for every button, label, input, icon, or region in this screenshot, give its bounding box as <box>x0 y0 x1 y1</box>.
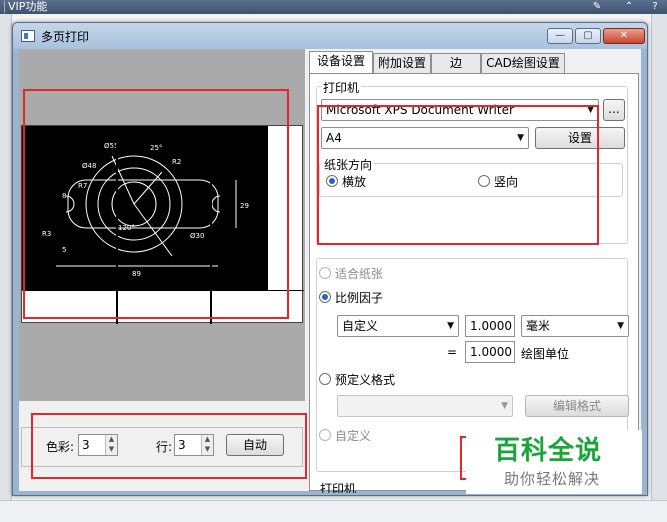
printer-highlight-box <box>317 105 599 245</box>
tab-margins[interactable]: 边 <box>431 53 481 73</box>
predefined-format-radio[interactable] <box>319 373 331 385</box>
background-bottom-bar <box>0 500 667 522</box>
dialog-titlebar[interactable]: 多页打印 — ▢ ✕ <box>13 23 647 49</box>
minimize-button[interactable]: — <box>547 28 573 44</box>
pen-icon[interactable]: ✎ <box>590 0 604 14</box>
printer-group-title: 打印机 <box>321 79 362 96</box>
dialog-title: 多页打印 <box>41 30 90 44</box>
chevron-down-icon: ▼ <box>501 401 508 411</box>
printer-section-label-truncated: 打印机 <box>320 482 357 496</box>
chevron-down-icon: ▼ <box>447 321 454 331</box>
scale-value2-input[interactable]: 1.0000 <box>465 341 515 363</box>
fit-paper-radio[interactable] <box>319 267 331 279</box>
browse-printer-button[interactable]: ... <box>603 99 625 121</box>
chevron-up-icon[interactable]: ⌃ <box>622 0 636 14</box>
scale-factor-radio[interactable] <box>319 291 331 303</box>
tab-device-settings[interactable]: 设备设置 <box>309 51 373 73</box>
close-button[interactable]: ✕ <box>603 28 645 44</box>
preview-highlight-box <box>23 89 289 319</box>
watermark-title: 百科全说 <box>494 436 603 466</box>
topbar-separator <box>4 1 5 13</box>
edit-format-button[interactable]: 编辑格式 <box>525 395 629 417</box>
drawing-units-label: 绘图单位 <box>521 347 570 361</box>
unit-value: 毫米 <box>526 319 551 333</box>
background-app-topbar: VIP功能 ✎ ⌃ ? <box>0 0 667 14</box>
help-icon[interactable]: ? <box>648 0 662 14</box>
background-right-panel <box>651 14 667 522</box>
custom-label: 自定义 <box>335 429 372 443</box>
watermark: 百科全说 助你轻松解决 <box>466 430 642 494</box>
window-icon <box>21 30 35 42</box>
maximize-button[interactable]: ▢ <box>575 28 601 44</box>
scale-mode-value: 自定义 <box>342 319 379 333</box>
watermark-subtitle: 助你轻松解决 <box>504 470 601 488</box>
tab-cad-drawing-settings[interactable]: CAD绘图设置 <box>481 53 565 73</box>
scale-value1-input[interactable]: 1.0000 <box>465 315 515 337</box>
background-left-panel <box>0 14 12 522</box>
controls-highlight-box <box>31 413 307 479</box>
predefined-format-select[interactable]: ▼ <box>337 395 513 417</box>
print-preview-area: 25° R2 Ø55 Ø48 R7 8 29 R3 120° Ø30 5 89 <box>19 49 305 401</box>
multi-page-print-dialog: 多页打印 — ▢ ✕ 25° R2 Ø55 Ø48 R7 8 29 R3 120… <box>12 22 648 496</box>
tab-additional-settings[interactable]: 附加设置 <box>373 53 431 73</box>
vip-features-tab[interactable]: VIP功能 <box>8 0 47 14</box>
chevron-down-icon: ▼ <box>617 321 624 331</box>
fit-paper-label: 适合纸张 <box>335 267 384 281</box>
equals-sign: = <box>447 345 458 359</box>
dialog-client-area: 25° R2 Ø55 Ø48 R7 8 29 R3 120° Ø30 5 89 <box>19 49 641 493</box>
preview-controls: 色彩: 3 ▲ ▼ 行: 3 ▲ ▼ 自动 <box>19 405 307 491</box>
custom-radio[interactable] <box>319 429 331 441</box>
scale-mode-select[interactable]: 自定义 ▼ <box>337 315 459 337</box>
predefined-format-label: 预定义格式 <box>335 373 396 387</box>
unit-select[interactable]: 毫米 ▼ <box>521 315 629 337</box>
scale-factor-label: 比例因子 <box>335 291 384 305</box>
